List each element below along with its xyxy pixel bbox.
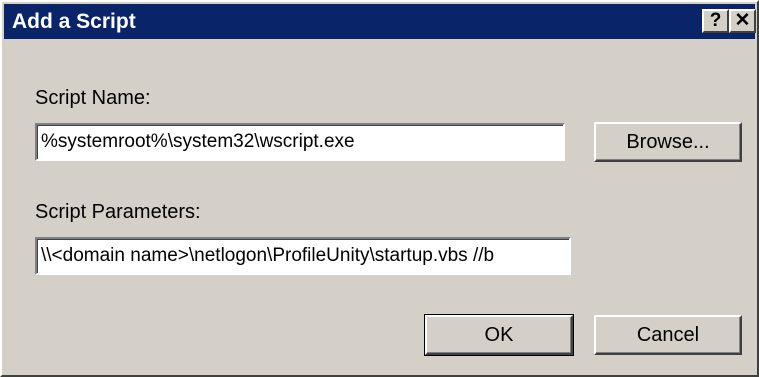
add-script-dialog: Add a Script ? ✕ Script Name: Browse... … (0, 0, 759, 377)
cancel-button[interactable]: Cancel (594, 315, 742, 355)
browse-button[interactable]: Browse... (594, 122, 742, 162)
script-name-label: Script Name: (35, 87, 151, 109)
script-parameters-input[interactable] (35, 237, 571, 275)
title-bar[interactable]: Add a Script ? ✕ (4, 4, 756, 39)
window-title: Add a Script (12, 10, 136, 33)
ok-button[interactable]: OK (424, 314, 574, 356)
script-parameters-label: Script Parameters: (35, 201, 201, 223)
close-button[interactable]: ✕ (729, 9, 756, 33)
script-name-input[interactable] (35, 123, 565, 161)
help-button[interactable]: ? (702, 9, 729, 33)
